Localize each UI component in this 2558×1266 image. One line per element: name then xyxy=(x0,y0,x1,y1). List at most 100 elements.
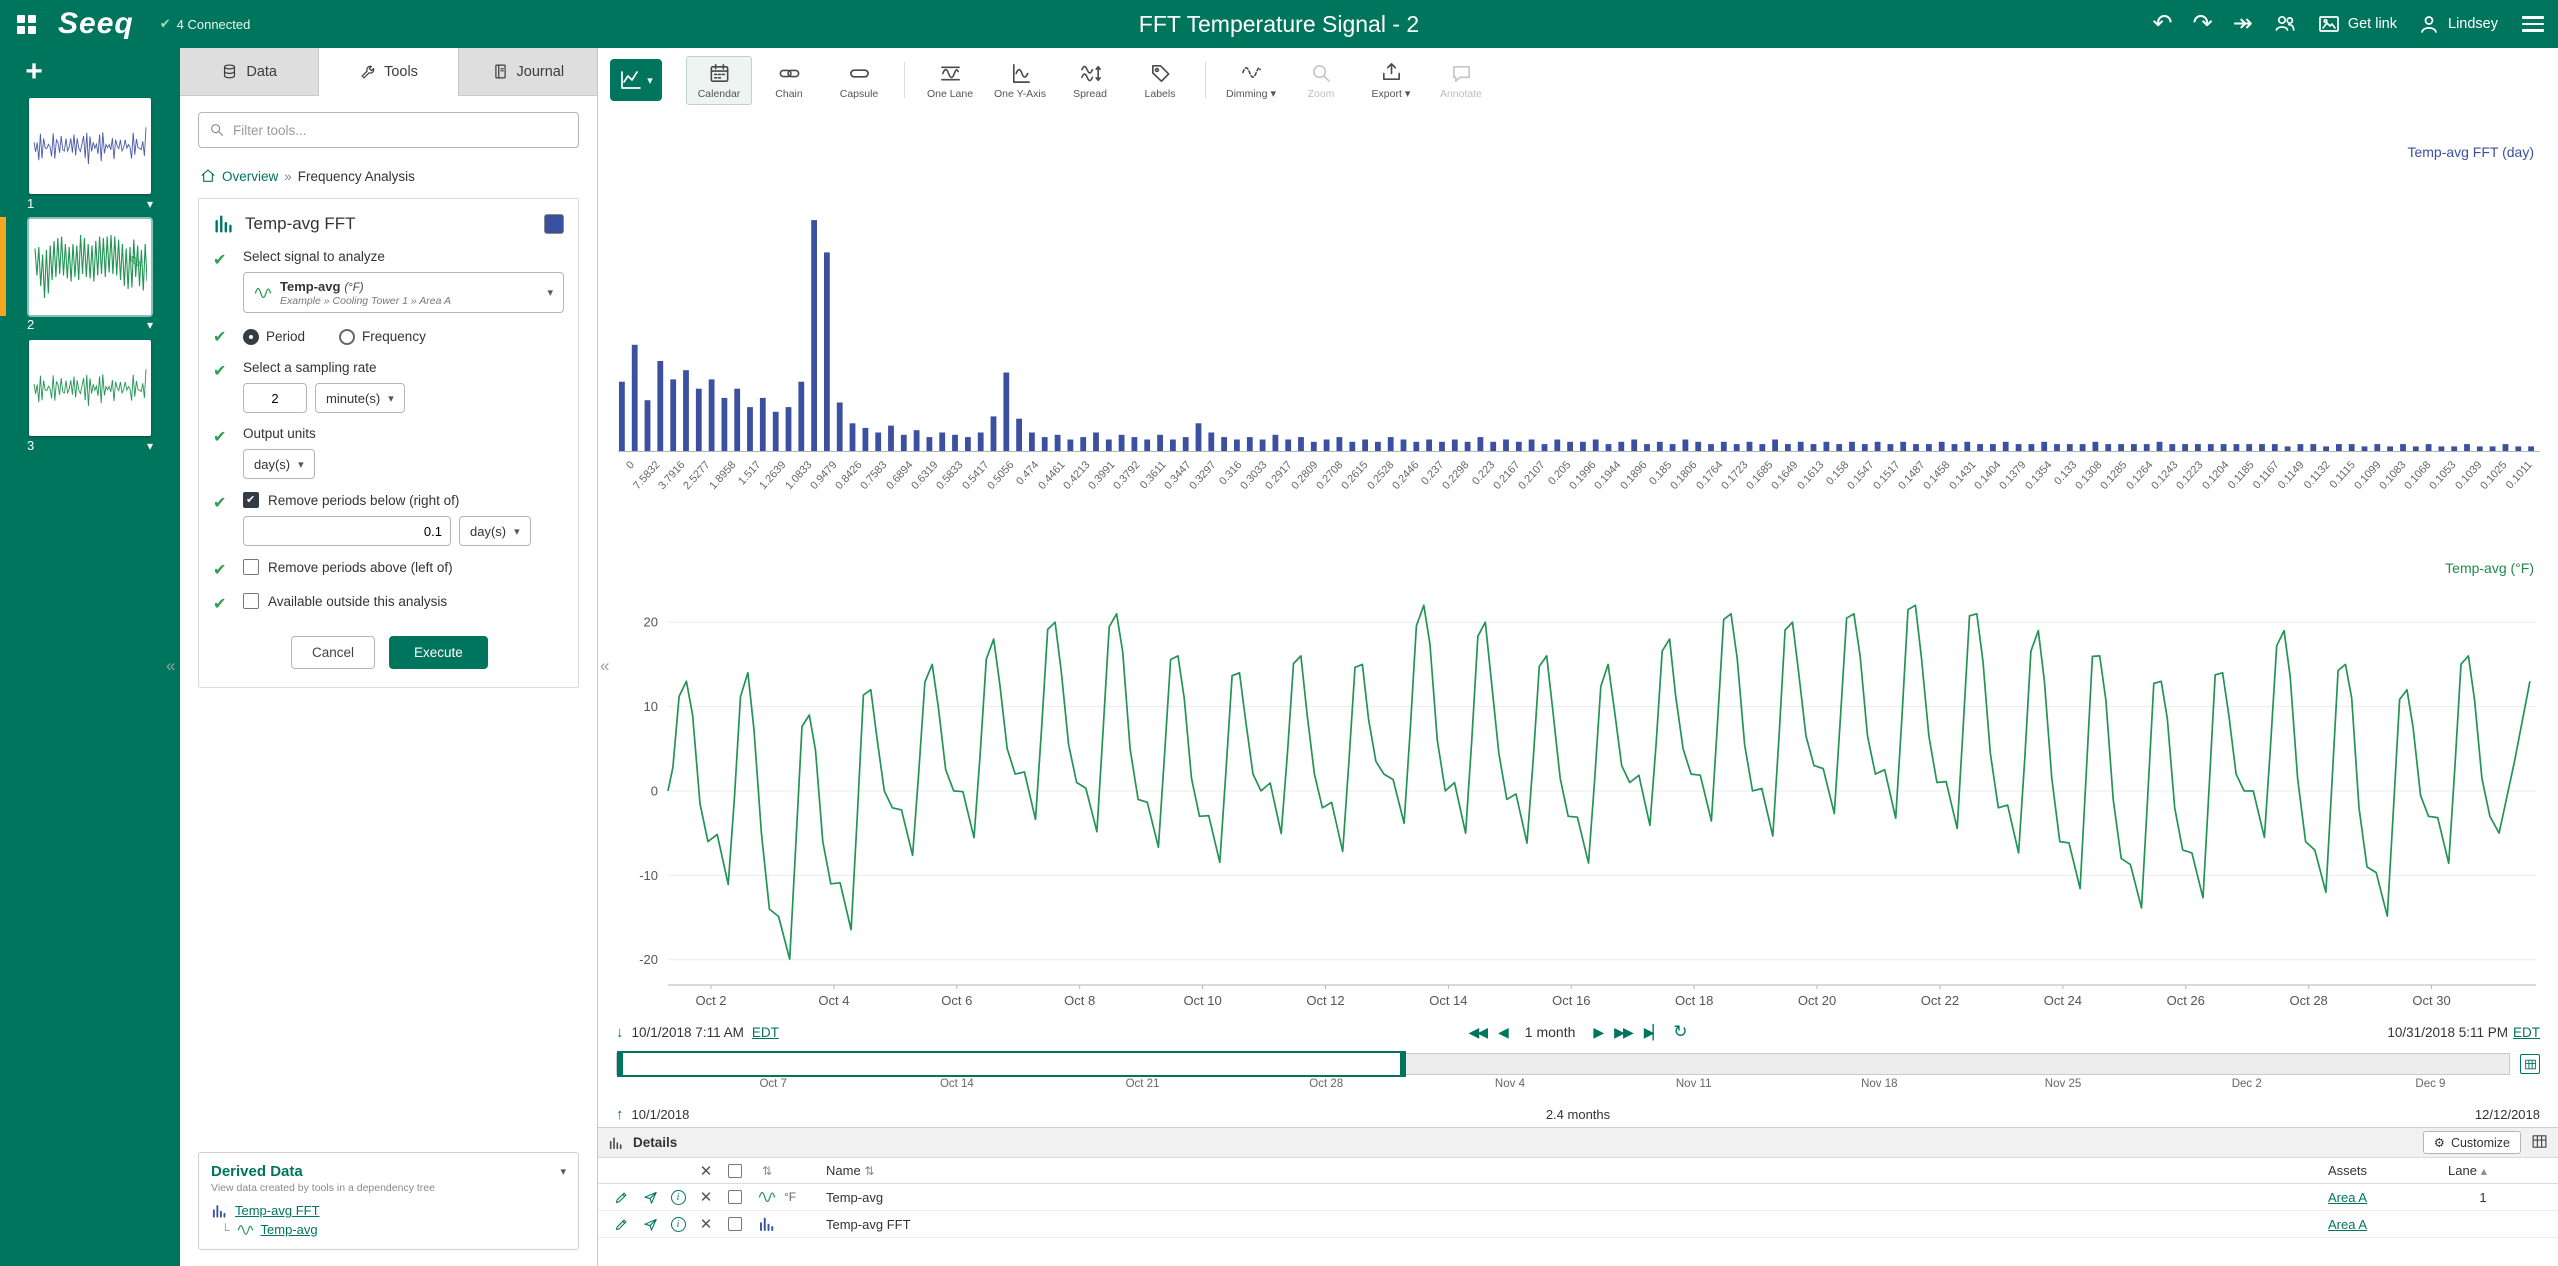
columns-icon[interactable] xyxy=(2531,1133,2548,1153)
forward-icon[interactable]: ↠ xyxy=(2233,12,2253,36)
toolbar-labels-button[interactable]: Labels xyxy=(1127,56,1193,105)
collapse-tools-handle[interactable]: « xyxy=(600,656,609,676)
frequency-radio[interactable]: Frequency xyxy=(339,329,426,345)
slider-track[interactable] xyxy=(616,1053,2510,1075)
toolbar-one-lane-button[interactable]: One Lane xyxy=(917,56,983,105)
sampling-unit-select[interactable]: minute(s)▾ xyxy=(315,383,405,413)
edit-properties-icon[interactable] xyxy=(606,1217,636,1232)
slider-tick-label: Nov 25 xyxy=(2033,1078,2093,1090)
series-color-swatch[interactable] xyxy=(544,214,564,234)
execute-button[interactable]: Execute xyxy=(389,636,488,669)
fft-x-tick-label: 0.1167 xyxy=(2251,459,2282,491)
details-row[interactable]: i✕°FTemp-avgArea A1 xyxy=(598,1184,2558,1211)
signal-select[interactable]: Temp-avg (°F) Example » Cooling Tower 1 … xyxy=(243,272,564,313)
tab-tools[interactable]: Tools xyxy=(319,48,458,96)
wrench-icon xyxy=(359,64,376,81)
sampling-rate-input[interactable] xyxy=(243,383,307,413)
timezone-link[interactable]: EDT xyxy=(752,1025,779,1040)
worksheet-thumbnail-card[interactable] xyxy=(29,98,151,194)
toolbar-chain-button[interactable]: Chain xyxy=(756,56,822,105)
chevron-down-icon[interactable]: ▾ xyxy=(560,1165,566,1178)
cancel-button[interactable]: Cancel xyxy=(291,636,375,669)
customize-button[interactable]: ⚙Customize xyxy=(2423,1131,2521,1154)
edit-properties-icon[interactable] xyxy=(606,1190,636,1205)
collapse-sidebar-handle[interactable]: « xyxy=(166,656,175,676)
select-all-checkbox[interactable] xyxy=(728,1164,742,1178)
timezone-link[interactable]: EDT xyxy=(2513,1025,2540,1040)
period-radio[interactable]: Period xyxy=(243,329,305,345)
app-launcher-button[interactable] xyxy=(0,0,52,48)
chevron-down-icon[interactable]: ▾ xyxy=(147,439,153,453)
users-icon[interactable] xyxy=(2273,11,2297,38)
remove-below-value-input[interactable] xyxy=(243,516,451,546)
hamburger-menu-icon[interactable] xyxy=(2522,16,2544,32)
range-start-date: 10/1/2018 7:11 AM xyxy=(632,1025,744,1040)
row-checkbox[interactable] xyxy=(728,1190,742,1204)
chevron-down-icon[interactable]: ▾ xyxy=(147,318,153,332)
breadcrumb-overview-link[interactable]: Overview xyxy=(222,169,278,184)
home-icon[interactable] xyxy=(200,168,216,184)
step-back-full-icon[interactable]: ◀◀ xyxy=(1468,1024,1486,1041)
range-start-arrow-icon[interactable]: ↓ xyxy=(616,1024,624,1041)
fft-x-tick-label: 3.7916 xyxy=(656,459,687,492)
worksheet-thumbnail-card[interactable]: ✎ xyxy=(29,219,151,315)
labels-icon xyxy=(1149,62,1172,85)
info-icon[interactable]: i xyxy=(671,1217,686,1232)
filter-tools-input[interactable] xyxy=(233,123,568,138)
derived-fft-link[interactable]: Temp-avg FFT xyxy=(235,1203,320,1218)
toolbar-capsule-button[interactable]: Capsule xyxy=(826,56,892,105)
lane-column-header[interactable]: Lane▴ xyxy=(2448,1163,2518,1178)
view-selector-button[interactable]: ▾ xyxy=(610,59,662,101)
toolbar-spread-button[interactable]: Spread xyxy=(1057,56,1123,105)
asset-link[interactable]: Area A xyxy=(2328,1190,2367,1205)
selected-range-handle[interactable] xyxy=(617,1051,1406,1077)
step-back-half-icon[interactable]: ◀ xyxy=(1498,1024,1507,1041)
remove-icon[interactable]: ✕ xyxy=(692,1188,720,1206)
step-forward-full-icon[interactable]: ▶▶ xyxy=(1614,1024,1632,1041)
add-worksheet-button[interactable]: + xyxy=(14,52,54,92)
tab-data[interactable]: Data xyxy=(180,48,319,96)
assets-column-header[interactable]: Assets xyxy=(2328,1163,2448,1178)
redo-icon[interactable]: ↷ xyxy=(2193,12,2213,36)
database-icon xyxy=(221,63,238,80)
derived-signal-link[interactable]: Temp-avg xyxy=(261,1222,318,1237)
output-unit-select[interactable]: day(s)▾ xyxy=(243,449,315,479)
step-to-end-icon[interactable]: ▶▏ xyxy=(1644,1024,1662,1041)
navigate-icon[interactable] xyxy=(636,1217,664,1232)
name-column-header[interactable]: Name ⇅ xyxy=(826,1163,2328,1178)
fft-plot-area[interactable] xyxy=(618,156,2540,452)
investigate-start-arrow-icon[interactable]: ↑ xyxy=(616,1106,624,1123)
remove-all-icon[interactable]: ✕ xyxy=(692,1162,720,1180)
fft-x-tick-label: 0.1944 xyxy=(1592,459,1623,492)
remove-above-checkbox[interactable]: Remove periods above (left of) xyxy=(243,559,564,575)
details-table: ✕ ⇅ Name ⇅ Assets Lane▴ i✕°FTemp-avgArea… xyxy=(598,1158,2558,1266)
range-duration[interactable]: 1 month xyxy=(1525,1024,1576,1040)
worksheet-thumbnail-card[interactable] xyxy=(29,340,151,436)
available-outside-checkbox[interactable]: Available outside this analysis xyxy=(243,593,564,609)
info-icon[interactable]: i xyxy=(671,1190,686,1205)
slider-options-button[interactable] xyxy=(2520,1054,2540,1074)
user-menu[interactable]: Lindsey xyxy=(2417,12,2498,36)
toolbar-calendar-button[interactable]: Calendar xyxy=(686,56,752,105)
asset-link[interactable]: Area A xyxy=(2328,1217,2367,1232)
toolbar-one-y-axis-button[interactable]: One Y-Axis xyxy=(987,56,1053,105)
remove-icon[interactable]: ✕ xyxy=(692,1215,720,1233)
connection-status[interactable]: ✔ 4 Connected xyxy=(160,16,251,32)
fft-x-tick-label: 0.1011 xyxy=(2504,459,2535,491)
get-link-button[interactable]: Get link xyxy=(2317,12,2397,36)
details-row[interactable]: i✕Temp-avg FFTArea A xyxy=(598,1211,2558,1238)
tab-journal[interactable]: Journal xyxy=(459,48,597,96)
toolbar-export-button[interactable]: Export▾ xyxy=(1358,55,1424,105)
remove-below-checkbox[interactable]: Remove periods below (right of) xyxy=(243,492,564,508)
step-forward-half-icon[interactable]: ▶ xyxy=(1593,1024,1602,1041)
navigate-icon[interactable] xyxy=(636,1190,664,1205)
temp-plot-area[interactable]: 20100-10-20Oct 2Oct 4Oct 6Oct 8Oct 10Oct… xyxy=(614,550,2544,1015)
toolbar-dimming-button[interactable]: Dimming▾ xyxy=(1218,55,1284,105)
sort-type-icon[interactable]: ⇅ xyxy=(750,1164,784,1178)
row-checkbox[interactable] xyxy=(728,1217,742,1231)
chevron-down-icon[interactable]: ▾ xyxy=(147,197,153,211)
remove-below-unit-select[interactable]: day(s)▾ xyxy=(459,516,531,546)
refresh-icon[interactable]: ↻ xyxy=(1673,1022,1687,1042)
step-check-icon: ✔ xyxy=(213,559,243,580)
undo-icon[interactable]: ↶ xyxy=(2153,12,2173,36)
